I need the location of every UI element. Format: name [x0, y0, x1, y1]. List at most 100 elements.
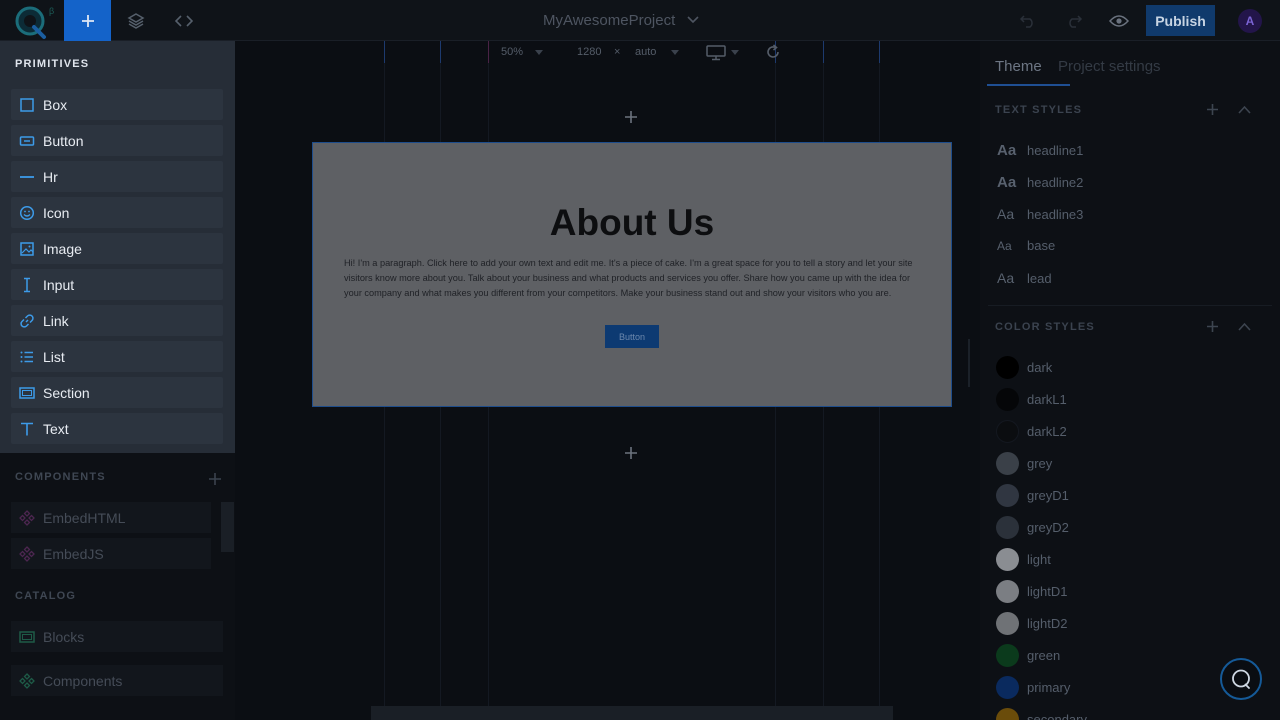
tab-project-settings[interactable]: Project settings [1058, 58, 1161, 75]
component-icon [11, 545, 43, 562]
chevron-up-icon[interactable] [1238, 322, 1251, 331]
quarkly-logo-icon[interactable] [10, 2, 54, 40]
desktop-icon[interactable] [706, 45, 726, 61]
color-style-item[interactable]: grey [996, 452, 1052, 475]
publish-button[interactable]: Publish [1146, 5, 1215, 36]
color-swatch [996, 580, 1019, 603]
link-icon [11, 313, 43, 329]
text-style-item[interactable]: Aa headline2 [997, 174, 1083, 191]
layers-button[interactable] [112, 0, 159, 41]
add-section-top-icon[interactable] [624, 110, 638, 124]
add-section-bottom-icon[interactable] [624, 446, 638, 460]
preview-button[interactable] [1095, 0, 1142, 41]
color-style-item[interactable]: light [996, 548, 1051, 571]
primitive-section[interactable]: Section [11, 377, 223, 408]
breakpoint-marker [384, 41, 385, 63]
button-icon [11, 133, 43, 149]
panel-divider [988, 305, 1272, 306]
primitive-icon[interactable]: Icon [11, 197, 223, 228]
catalog-item-blocks[interactable]: Blocks [11, 621, 223, 652]
zoom-select[interactable]: 50% [501, 46, 523, 58]
primitive-box[interactable]: Box [11, 89, 223, 120]
color-swatch [996, 644, 1019, 667]
color-style-item[interactable]: darkL1 [996, 388, 1067, 411]
help-chat-button[interactable] [1220, 658, 1262, 700]
refresh-icon[interactable] [765, 44, 781, 60]
top-bar: β MyAwesomeProject Publish A [0, 0, 1280, 41]
primitive-button[interactable]: Button [11, 125, 223, 156]
chevron-down-icon[interactable] [686, 13, 700, 27]
component-item-embedjs[interactable]: EmbedJS [11, 538, 211, 569]
add-color-style-icon[interactable] [1206, 320, 1219, 333]
component-item-embedhtml[interactable]: EmbedHTML [11, 502, 211, 533]
eye-icon [1108, 14, 1129, 27]
chevron-down-icon[interactable] [535, 50, 543, 56]
chat-bubble-icon [1232, 669, 1250, 689]
avatar[interactable]: A [1238, 9, 1262, 33]
text-icon [11, 421, 43, 437]
undo-icon [1019, 14, 1033, 28]
box-icon [11, 97, 43, 113]
tab-theme[interactable]: Theme [995, 58, 1042, 75]
text-style-item[interactable]: Aa headline1 [997, 142, 1083, 159]
color-swatch [996, 708, 1019, 720]
primitive-list[interactable]: List [11, 341, 223, 372]
primitive-label: Input [43, 276, 75, 293]
catalog-title: CATALOG [15, 590, 77, 602]
primitive-link[interactable]: Link [11, 305, 223, 336]
add-text-style-icon[interactable] [1206, 103, 1219, 116]
smiley-icon [11, 205, 43, 221]
components-scrollbar[interactable] [221, 502, 234, 552]
undo-button[interactable] [1004, 0, 1051, 41]
viewport-width-input[interactable]: 1280 [577, 46, 601, 58]
typeface-preview: Aa [997, 206, 1015, 222]
catalog-label: Blocks [43, 628, 85, 645]
primitive-label: List [43, 348, 65, 365]
add-component-icon[interactable] [208, 472, 222, 486]
canvas-scrollbar-horizontal[interactable] [371, 706, 893, 720]
color-swatch [996, 388, 1019, 411]
color-style-item[interactable]: primary [996, 676, 1070, 699]
page-paragraph[interactable]: Hi! I'm a paragraph. Click here to add y… [344, 256, 922, 301]
color-style-item[interactable]: lightD2 [996, 612, 1067, 635]
color-style-name: lightD1 [1027, 584, 1068, 599]
project-name[interactable]: MyAwesomeProject [543, 12, 675, 29]
redo-button[interactable] [1050, 0, 1097, 41]
primitive-image[interactable]: Image [11, 233, 223, 264]
typeface-preview: Aa [997, 270, 1015, 286]
page-button[interactable]: Button [605, 325, 659, 348]
text-style-item[interactable]: Aa base [997, 238, 1055, 253]
color-style-item[interactable]: green [996, 644, 1060, 667]
color-style-name: grey [1027, 456, 1053, 471]
color-style-item[interactable]: darkL2 [996, 420, 1067, 443]
chevron-up-icon[interactable] [1238, 105, 1251, 114]
color-swatch [996, 420, 1019, 443]
canvas-scrollbar-vertical[interactable] [968, 339, 970, 387]
code-button[interactable] [160, 0, 207, 41]
color-style-item[interactable]: greyD1 [996, 484, 1069, 507]
hr-icon [11, 169, 43, 185]
page-preview-section[interactable]: About Us Hi! I'm a paragraph. Click here… [312, 142, 952, 407]
text-style-item[interactable]: Aa headline3 [997, 206, 1083, 222]
primitive-input[interactable]: Input [11, 269, 223, 300]
section-icon [11, 385, 43, 401]
color-style-item[interactable]: secondary [996, 708, 1087, 720]
color-style-name: darkL2 [1027, 424, 1067, 439]
add-element-button[interactable] [64, 0, 111, 41]
viewport-height-input[interactable]: auto [635, 46, 656, 58]
page-heading[interactable]: About Us [313, 202, 951, 244]
color-style-item[interactable]: dark [996, 356, 1052, 379]
chevron-down-icon[interactable] [731, 50, 739, 56]
primitive-label: Icon [43, 204, 70, 221]
primitive-hr[interactable]: Hr [11, 161, 223, 192]
primitives-title: PRIMITIVES [15, 58, 90, 70]
color-style-item[interactable]: greyD2 [996, 516, 1069, 539]
color-swatch [996, 516, 1019, 539]
catalog-item-components[interactable]: Components [11, 665, 223, 696]
primitive-label: Hr [43, 168, 58, 185]
primitive-text[interactable]: Text [11, 413, 223, 444]
text-style-item[interactable]: Aa lead [997, 270, 1052, 286]
chevron-down-icon[interactable] [671, 50, 679, 56]
color-style-item[interactable]: lightD1 [996, 580, 1067, 603]
canvas[interactable]: 50% 1280 × auto About Us Hi! I'm a parag… [235, 41, 980, 720]
